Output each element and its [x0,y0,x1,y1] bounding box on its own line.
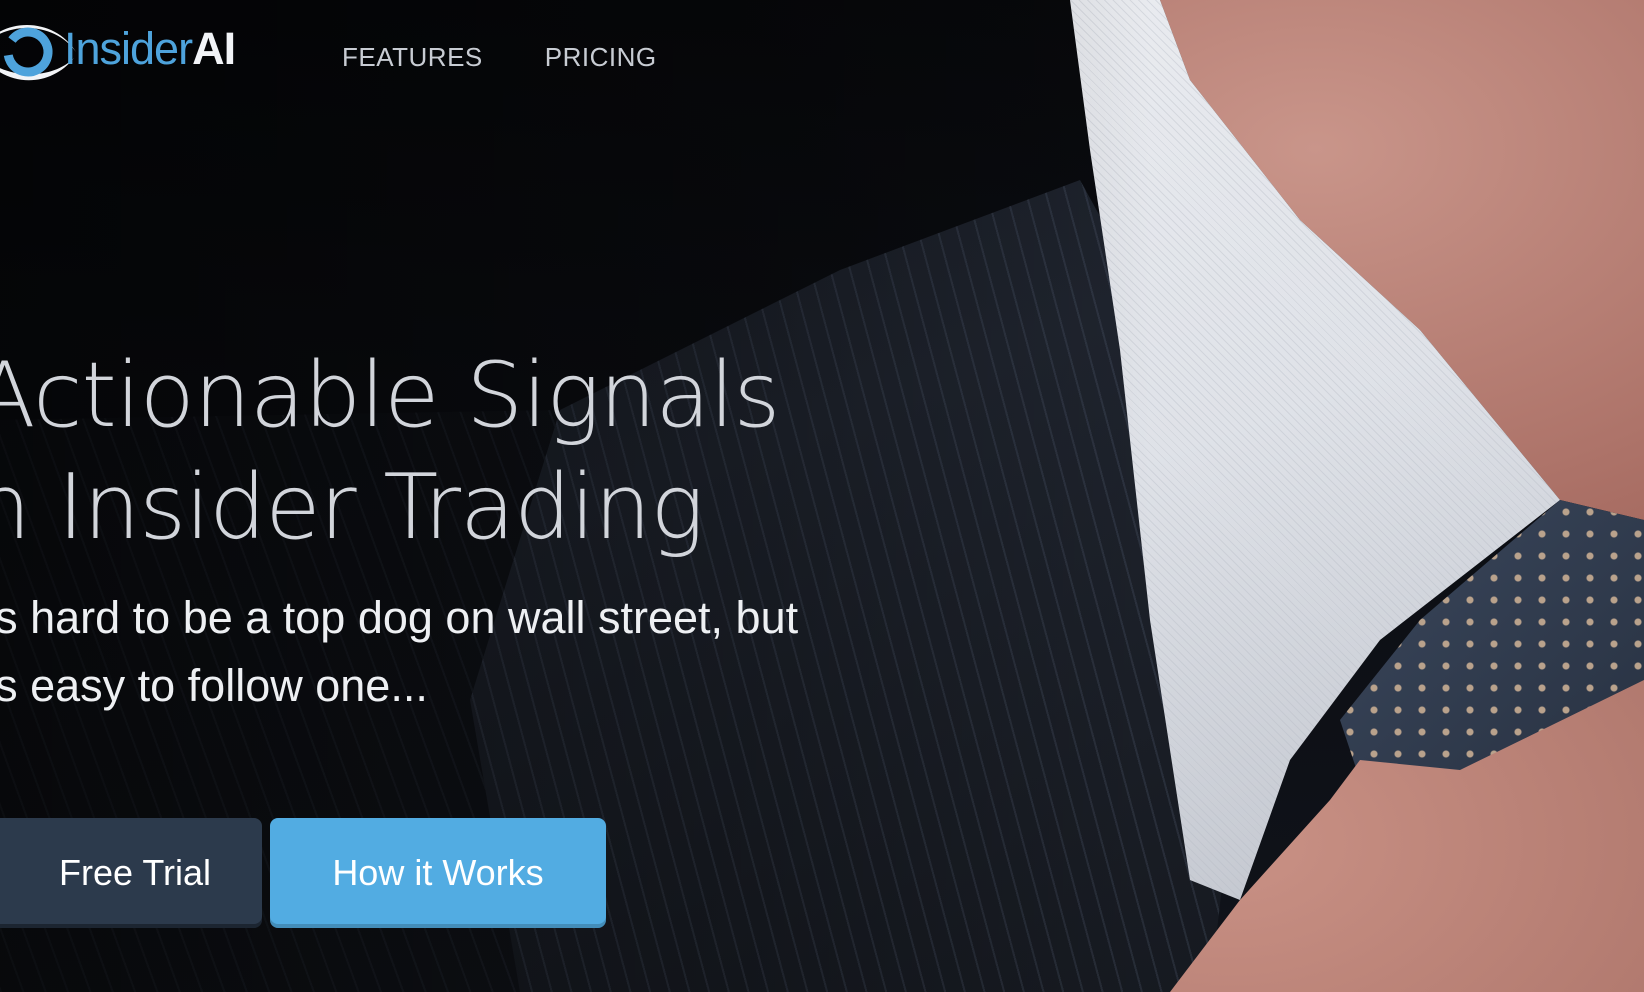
top-navbar: InsiderAI FEATURES PRICING [0,0,1644,120]
cta-buttons: Free Trial How it Works [0,818,606,928]
hero-tagline-line1: t's hard to be a top dog on wall street,… [0,592,799,643]
free-trial-button[interactable]: Free Trial [0,818,262,928]
brand-name-ai: AI [192,22,236,74]
brand-name-insider: Insider [64,22,193,74]
nav-link-features[interactable]: FEATURES [342,42,483,73]
brand-wordmark: InsiderAI [64,22,236,74]
hero-tagline: t's hard to be a top dog on wall street,… [0,584,934,720]
nav-link-pricing[interactable]: PRICING [545,42,657,73]
hero-headline-line1: Actionable Signals [0,343,780,448]
nav-links: FEATURES PRICING [342,42,657,73]
hero-content: Actionable Signals n Insider Trading t's… [0,340,934,720]
hero-headline: Actionable Signals n Insider Trading [0,340,934,564]
hero-headline-line2: n Insider Trading [0,455,704,560]
how-it-works-button[interactable]: How it Works [270,818,606,928]
brand-logo[interactable]: InsiderAI [0,8,236,88]
hero-tagline-line2: t's easy to follow one... [0,660,428,711]
